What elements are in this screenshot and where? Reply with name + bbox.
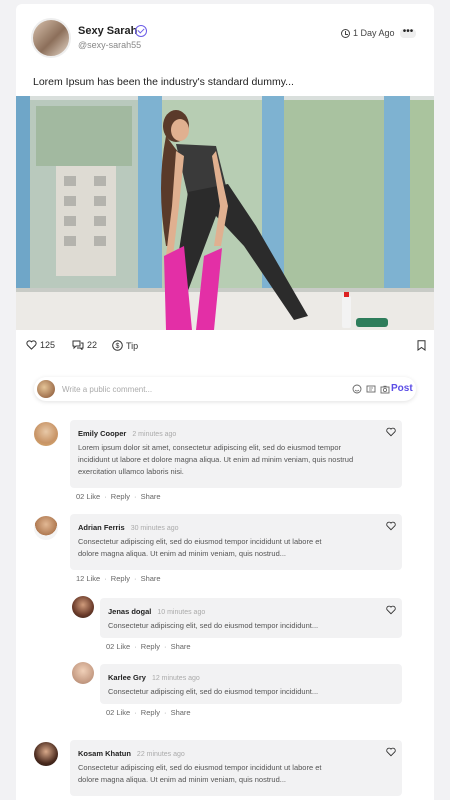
comment-input[interactable] <box>62 381 322 397</box>
author-handle: @sexy-sarah55 <box>78 40 142 50</box>
commenter-avatar[interactable] <box>72 662 94 684</box>
commenter-avatar[interactable] <box>34 422 58 446</box>
comment-reply-button[interactable]: Reply <box>111 574 130 583</box>
camera-icon[interactable] <box>380 384 390 394</box>
reply-bubble: Karlee Gry 12 minutes ago Consectetur adi… <box>100 664 402 704</box>
comment-meta: 12 Like · Reply · Share <box>76 574 161 583</box>
comment-text: Consectetur adipiscing elit, sed do eius… <box>108 621 319 630</box>
more-options-button[interactable]: ••• <box>400 27 416 38</box>
commenter-avatar[interactable] <box>34 516 58 540</box>
comment-share-button[interactable]: Share <box>141 492 161 501</box>
tip-button[interactable]: $ Tip <box>112 340 138 351</box>
clock-icon <box>341 28 350 38</box>
heart-icon[interactable] <box>386 605 396 615</box>
like-button[interactable]: 125 <box>26 340 55 350</box>
comment-share-button[interactable]: Share <box>171 642 191 651</box>
comment-time: 2 minutes ago <box>132 431 177 438</box>
comment-time: 12 minutes ago <box>151 675 200 682</box>
comment-author[interactable]: Karlee Gry 12 minutes ago <box>108 673 200 682</box>
reply-bubble: Jenas dogal 10 minutes ago Consectetur ad… <box>100 598 402 638</box>
comment-like-button[interactable]: 02 Like <box>106 642 130 651</box>
comment-like-button[interactable]: 02 Like <box>76 492 100 501</box>
author-name[interactable]: Sexy Sarah <box>78 25 137 37</box>
post-time: 1 Day Ago <box>341 28 395 38</box>
tip-label: Tip <box>126 340 139 351</box>
post-caption: Lorem Ipsum has been the industry's stan… <box>33 76 294 88</box>
comment-time: 22 minutes ago <box>136 751 185 758</box>
comment-like-button[interactable]: 12 Like <box>76 574 100 583</box>
comment-text: Consectetur adipiscing elit, sed do eius… <box>108 687 319 696</box>
comment-like-button[interactable]: 02 Like <box>106 708 130 717</box>
comment-share-button[interactable]: Share <box>171 708 191 717</box>
commenter-avatar[interactable] <box>72 596 94 618</box>
post-card: Sexy Sarah @sexy-sarah55 1 Day Ago ••• L… <box>16 4 434 800</box>
comment-reply-button[interactable]: Reply <box>141 642 160 651</box>
bookmark-icon[interactable] <box>417 340 426 351</box>
comment-bubble: Emily Cooper 2 minutes ago Lorem ipsum do… <box>70 420 402 488</box>
comment-author[interactable]: Jenas dogal 10 minutes ago <box>108 607 205 616</box>
gif-icon[interactable] <box>366 384 376 394</box>
comment-meta: 02 Like · Reply · Share <box>106 708 191 717</box>
post-comment-button[interactable]: Post <box>391 383 413 394</box>
heart-icon[interactable] <box>386 427 396 437</box>
emoji-icon[interactable] <box>352 384 362 394</box>
current-user-avatar <box>37 380 55 398</box>
comment-composer: Post <box>34 377 416 401</box>
dollar-icon: $ <box>112 340 123 351</box>
comment-meta: 02 Like · Reply · Share <box>106 642 191 651</box>
post-header: Sexy Sarah @sexy-sarah55 1 Day Ago ••• <box>16 4 434 72</box>
comment-author[interactable]: Emily Cooper 2 minutes ago <box>78 429 176 438</box>
comment-text: Lorem ipsum dolor sit amet, consectetur … <box>78 443 354 476</box>
heart-icon <box>26 340 37 350</box>
like-count: 125 <box>40 340 56 350</box>
author-avatar[interactable] <box>31 18 71 58</box>
heart-icon[interactable] <box>386 747 396 757</box>
comment-time: 10 minutes ago <box>157 609 206 616</box>
comment-text: Consectetur adipiscing elit, sed do eius… <box>78 763 322 784</box>
verified-badge-icon <box>135 25 147 37</box>
comment-author[interactable]: Adrian Ferris 30 minutes ago <box>78 523 179 532</box>
comment-text: Consectetur adipiscing elit, sed do eius… <box>78 537 322 558</box>
comment-button[interactable]: 22 <box>72 340 97 350</box>
comment-reply-button[interactable]: Reply <box>141 708 160 717</box>
post-image[interactable] <box>16 96 434 330</box>
comment-time: 30 minutes ago <box>130 525 179 532</box>
comment-bubble: Kosam Khatun 22 minutes ago Consectetur a… <box>70 740 402 796</box>
commenter-avatar[interactable] <box>34 742 58 766</box>
post-time-label: 1 Day Ago <box>353 28 395 38</box>
post-actions: 125 22 $ Tip <box>26 340 426 356</box>
post-photo-illustration <box>16 96 434 330</box>
comment-share-button[interactable]: Share <box>141 574 161 583</box>
comment-bubble: Adrian Ferris 30 minutes ago Consectetur … <box>70 514 402 570</box>
heart-icon[interactable] <box>386 521 396 531</box>
comment-meta: 02 Like · Reply · Share <box>76 492 161 501</box>
comment-count: 22 <box>87 340 98 350</box>
comment-icon <box>72 340 84 350</box>
comment-reply-button[interactable]: Reply <box>111 492 130 501</box>
comment-author[interactable]: Kosam Khatun 22 minutes ago <box>78 749 185 758</box>
svg-text:$: $ <box>116 343 120 350</box>
